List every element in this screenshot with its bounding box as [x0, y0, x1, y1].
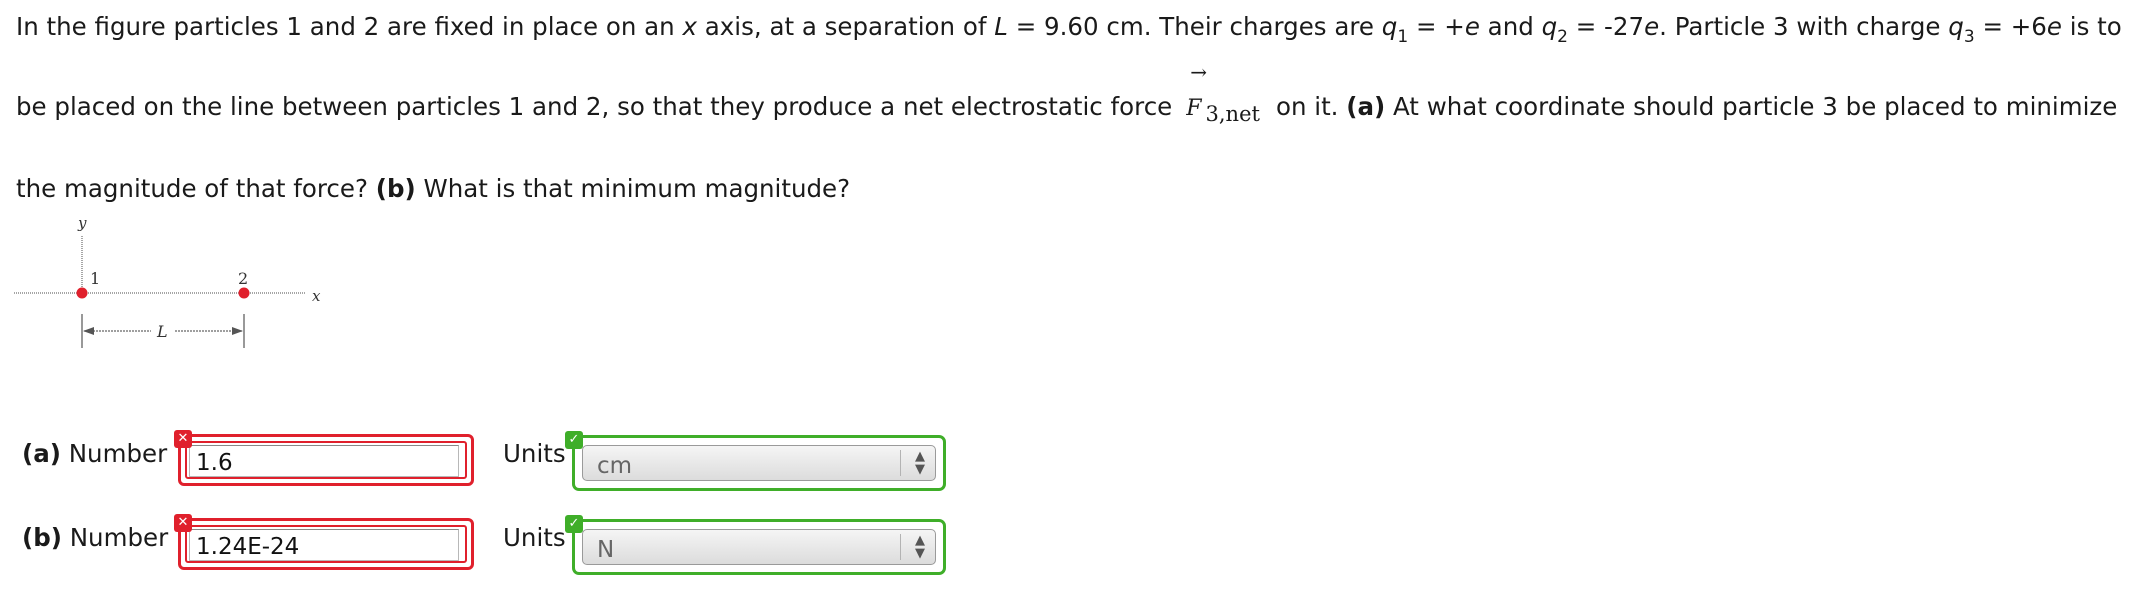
incorrect-x-icon: ✕ — [174, 430, 192, 448]
question-text: on it. — [1275, 92, 1347, 121]
subscript: 2 — [1557, 27, 1568, 47]
var-q: q — [1948, 12, 1964, 41]
question-text: the magnitude of that force? — [16, 174, 376, 203]
x-axis-label: x — [312, 287, 321, 305]
dropdown-arrows-icon[interactable]: ▲ ▼ — [915, 534, 925, 560]
question-text: = -27 — [1567, 12, 1645, 41]
var-e: e — [1644, 12, 1660, 41]
var-q: q — [1381, 12, 1398, 41]
question-text: = 9.60 cm. Their charges are — [1007, 12, 1382, 41]
question-line-3: the magnitude of that force? (b) What is… — [16, 174, 850, 203]
number-label: Number — [60, 439, 168, 468]
part-a-marker: (a) — [1346, 92, 1386, 121]
vector-arrow-icon: → — [1190, 60, 1208, 84]
correct-check-icon: ✓ — [565, 515, 583, 533]
dimension-arrow-left-icon — [83, 327, 94, 335]
answer-b-number-box — [178, 518, 474, 570]
answer-a-units-select[interactable]: cm ▲ ▼ — [572, 435, 946, 491]
answer-b-units-label: Units — [503, 523, 566, 552]
answer-a-number-box — [178, 434, 474, 486]
answer-b-number-input[interactable] — [189, 529, 459, 561]
var-L: L — [994, 12, 1008, 41]
subscript: 3 — [1963, 27, 1975, 47]
dimension-arrow-right-icon — [232, 327, 243, 335]
particle-2 — [238, 287, 250, 299]
answer-b-units-select[interactable]: N ▲ ▼ — [572, 519, 946, 575]
var-e: e — [2046, 12, 2062, 41]
question-text: At what coordinate should particle 3 be … — [1385, 92, 2118, 121]
answer-a-number-input[interactable] — [189, 445, 459, 477]
question-text: What is that minimum magnitude? — [415, 174, 851, 203]
question-text: In the figure particles 1 and 2 are fixe… — [16, 12, 683, 41]
var-e: e — [1464, 12, 1480, 41]
part-b-marker: (b) — [375, 174, 416, 203]
force-subscript: 3,net — [1205, 102, 1260, 126]
particle-1 — [76, 287, 88, 299]
dropdown-divider — [900, 450, 901, 476]
particle-1-label: 1 — [90, 269, 100, 288]
particle-2-label: 2 — [238, 269, 248, 288]
L-dimension-label: L — [156, 322, 168, 341]
answer-b-units-value: N — [597, 537, 615, 563]
force-vector: → F 3,net — [1186, 60, 1274, 126]
question-text: = + — [1408, 12, 1465, 41]
question-text: and — [1479, 12, 1542, 41]
question-line-1: In the figure particles 1 and 2 are fixe… — [16, 12, 2122, 47]
answer-b-label: (b) Number — [22, 523, 168, 552]
question-text: axis, at a separation of — [697, 12, 995, 41]
units-dropdown[interactable]: N ▲ ▼ — [582, 529, 936, 565]
units-dropdown[interactable]: cm ▲ ▼ — [582, 445, 936, 481]
answer-a-label: (a) Number — [22, 439, 167, 468]
question-text: be placed on the line between particles … — [16, 92, 1173, 121]
incorrect-x-icon: ✕ — [174, 514, 192, 532]
question-text: is to — [2061, 12, 2122, 41]
question-text: . Particle 3 with charge — [1659, 12, 1949, 41]
dropdown-arrows-icon[interactable]: ▲ ▼ — [915, 450, 925, 476]
var-x: x — [682, 12, 698, 41]
subscript: 1 — [1397, 27, 1409, 47]
number-label: Number — [61, 523, 169, 552]
dropdown-divider — [900, 534, 901, 560]
answer-a-units-label: Units — [503, 439, 566, 468]
question-text: = +6 — [1974, 12, 2047, 41]
var-q: q — [1541, 12, 1558, 41]
question-line-2: be placed on the line between particles … — [16, 60, 2118, 126]
answer-a-units-value: cm — [597, 453, 633, 479]
y-axis-label: y — [77, 214, 87, 232]
particle-figure: y x 1 2 L — [14, 214, 321, 348]
answer-a-marker: (a) — [22, 439, 61, 468]
answer-b-marker: (b) — [22, 523, 62, 552]
force-symbol: F — [1186, 96, 1202, 121]
correct-check-icon: ✓ — [565, 431, 583, 449]
